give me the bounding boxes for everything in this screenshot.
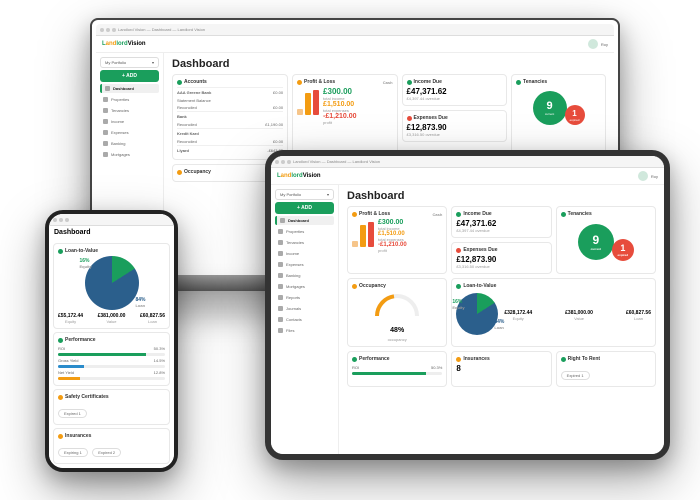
expired-pill[interactable]: Expired 2 (92, 448, 121, 457)
nav-reports[interactable]: Reports (275, 293, 334, 302)
tablet-device: Landlord Vision — Dashboard — Landlord V… (265, 150, 670, 460)
home-icon (103, 97, 108, 102)
tenancies-card: Tenancies 9current 1expired (511, 74, 606, 160)
pl-card: Profit & LossCash £300.00total income £1… (347, 206, 447, 274)
nav-tenancies[interactable]: Tenancies (100, 106, 159, 115)
performance-card: Performance ROI50.3% (347, 351, 447, 387)
user-menu[interactable]: Roy (638, 171, 658, 181)
dot-icon (297, 80, 302, 85)
insurances-card: Insurances 8 (451, 351, 551, 387)
nav-properties[interactable]: Properties (100, 95, 159, 104)
phone-device: Dashboard Loan-to-Value 16%Equity 84%Loa… (45, 210, 178, 472)
nav-banking[interactable]: Banking (100, 139, 159, 148)
add-button[interactable]: + ADD (275, 202, 334, 214)
dot-icon (407, 116, 412, 121)
app-header: LandlordVision Roy (96, 36, 614, 53)
dot-icon (177, 80, 182, 85)
tenancies-card: Tenancies 9current1expired (556, 206, 656, 274)
performance-card: Performance ROI50.3% Gross Yield14.5% Ne… (53, 332, 170, 386)
income-card: Income Due £47,371.62 £4,397.44 overdue (402, 74, 508, 106)
expiring-pill[interactable]: Expiring 1 (58, 448, 88, 457)
expense-icon (103, 130, 108, 135)
browser-chrome: Landlord Vision — Dashboard — Landlord V… (96, 24, 614, 36)
portfolio-select[interactable]: My Portfolio▾ (275, 189, 334, 200)
nav-income[interactable]: Income (275, 249, 334, 258)
mortgage-icon (103, 152, 108, 157)
user-menu[interactable]: Roy (588, 39, 608, 49)
dot-icon (177, 170, 182, 175)
nav-dashboard[interactable]: Dashboard (275, 216, 334, 225)
avatar (588, 39, 598, 49)
dot-icon (407, 80, 412, 85)
nav-income[interactable]: Income (100, 117, 159, 126)
browser-title: Landlord Vision — Dashboard — Landlord V… (118, 27, 205, 32)
pie-chart: 16%Equity84%Loan (456, 293, 498, 335)
nav-tenancies[interactable]: Tenancies (275, 238, 334, 247)
pl-card: Profit & LossCash £300.00total income £1… (292, 74, 398, 160)
rtr-card: Right To Rent Expired 1 (556, 351, 656, 387)
income-card: Income Due£47,371.62£4,397.44 overdue (451, 206, 551, 238)
accounts-card: Accounts AAA Greene Bank£0.00 Statement … (172, 74, 288, 160)
browser-chrome: Landlord Vision — Dashboard — Landlord V… (271, 156, 664, 168)
browser-chrome (49, 214, 174, 226)
logo: LandlordVision (102, 41, 146, 47)
pie-chart (85, 256, 139, 310)
ltv-card: Loan-to-Value 16%Equity 84%Loan £55,172.… (53, 243, 170, 329)
dashboard-icon (105, 86, 110, 91)
nav-expenses[interactable]: Expenses (275, 260, 334, 269)
page-title: Dashboard (49, 226, 174, 239)
nav-mortgages[interactable]: Mortgages (275, 282, 334, 291)
expired-pill[interactable]: Expired 1 (58, 409, 87, 418)
nav-properties[interactable]: Properties (275, 227, 334, 236)
nav-mortgages[interactable]: Mortgages (100, 150, 159, 159)
insurances-card: Insurances Expiring 1 Expired 2 (53, 428, 170, 464)
logo: LandlordVision (277, 173, 321, 179)
page-title: Dashboard (347, 190, 656, 202)
pl-bars (297, 87, 319, 115)
ltv-card: Loan-to-Value 16%Equity84%Loan £328,172.… (451, 278, 656, 347)
nav-journals[interactable]: Journals (275, 304, 334, 313)
dot-icon (516, 80, 521, 85)
gauge-chart (372, 291, 422, 317)
safety-card: Safety Certificates Expired 1 (53, 389, 170, 425)
nav-files[interactable]: Files (275, 326, 334, 335)
nav-expenses[interactable]: Expenses (100, 128, 159, 137)
expenses-card: Expenses Due £12,873.90 £3,316.50 overdu… (402, 110, 508, 142)
nav-contacts[interactable]: Contacts (275, 315, 334, 324)
add-button[interactable]: + ADD (100, 70, 159, 82)
page-title: Dashboard (172, 58, 606, 70)
nav-banking[interactable]: Banking (275, 271, 334, 280)
bank-icon (103, 141, 108, 146)
nav-dashboard[interactable]: Dashboard (100, 84, 159, 93)
expenses-card: Expenses Due£12,873.90£3,316.50 overdue (451, 242, 551, 274)
occupancy-card: Occupancy 48%occupancy (347, 278, 447, 347)
expired-pill[interactable]: Expired 1 (561, 371, 590, 380)
portfolio-select[interactable]: My Portfolio▾ (100, 57, 159, 68)
income-icon (103, 119, 108, 124)
people-icon (103, 108, 108, 113)
